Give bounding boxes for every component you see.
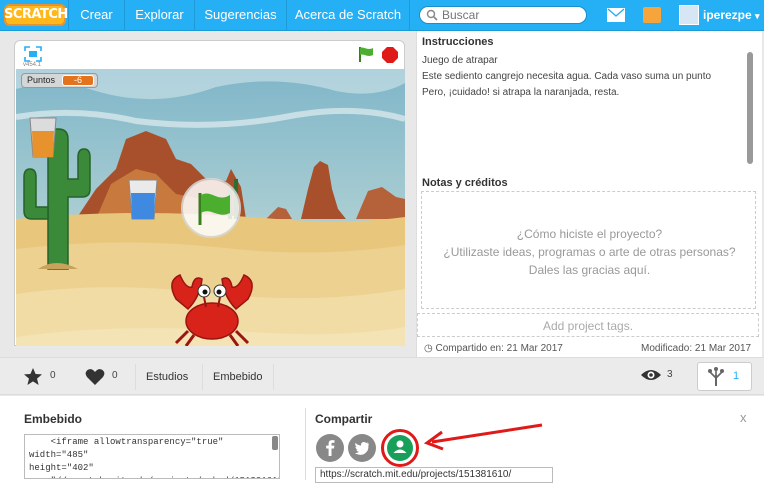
twitter-icon [354,442,369,455]
remix-tree-button[interactable]: 1 [697,362,752,391]
green-flag-icon[interactable] [357,46,375,62]
fullscreen-icon[interactable] [24,46,42,62]
instructions-line: Pero, ¡cuidado! si atrapa la naranjada, … [422,87,620,98]
share-date-icon: ◷ [424,343,436,354]
facebook-icon [326,440,335,456]
nav-create[interactable]: Crear [68,0,124,31]
annotation-arrow [423,423,543,451]
avatar[interactable] [679,5,699,25]
scratch-logo[interactable]: SCRATCH [4,4,68,26]
classroom-icon [387,435,413,461]
notes-field[interactable]: ¿Cómo hiciste el proyecto? ¿Utilizaste i… [421,191,756,309]
nav-explore[interactable]: Explorar [124,0,194,31]
tags-input[interactable]: Add project tags. [417,313,759,337]
notes-title: Notas y créditos [422,177,508,189]
notes-placeholder-line: Dales las gracias aquí. [528,263,651,277]
embed-scrollbar[interactable] [272,436,278,450]
variable-label: Puntos [27,75,56,85]
project-stage[interactable]: Puntos -6 [16,69,405,346]
eye-icon [641,370,661,380]
favorite-button[interactable]: 0 [15,366,65,388]
instructions-title: Instrucciones [422,36,494,48]
twitter-share-button[interactable] [348,434,376,462]
instructions-text[interactable]: Juego de atrapar Este sediento cangrejo … [422,53,742,101]
embed-code-field[interactable]: <iframe allowtransparency="true" width="… [24,434,280,479]
studios-button[interactable]: Estudios [135,364,198,390]
star-icon [24,368,42,385]
chevron-down-icon: ▾ [755,11,760,21]
username-menu[interactable]: iperezpe ▾ [703,0,760,31]
search-icon [426,9,438,21]
search-box[interactable] [419,6,587,24]
remix-count: 1 [733,370,740,382]
embed-title: Embebido [24,412,83,426]
username: iperezpe [703,8,752,22]
share-url-field[interactable]: https://scratch.mit.edu/projects/1513816… [315,467,553,483]
instructions-line: Juego de atrapar [422,55,498,66]
view-count-value: 3 [667,369,673,380]
google-classroom-share-button[interactable] [381,429,419,467]
variable-monitor: Puntos -6 [21,73,98,88]
shared-date: ◷ Compartido en: 21 Mar 2017 [424,343,563,354]
remix-tree-icon [708,367,724,386]
modified-date: Modificado: 21 Mar 2017 [641,343,752,354]
variable-value: -6 [62,75,94,86]
close-icon[interactable]: x [740,410,747,425]
top-nav: SCRATCH Crear Explorar Sugerencias Acerc… [0,0,764,31]
messages-icon[interactable] [607,8,625,22]
heart-icon [85,369,105,385]
facebook-share-button[interactable] [316,434,344,462]
love-count: 0 [112,370,118,381]
instructions-line: Este sediento cangrejo necesita agua. Ca… [422,71,712,82]
stage-scene [16,69,405,346]
nav-about[interactable]: Acerca de Scratch [286,0,410,31]
favorite-count: 0 [50,370,56,381]
view-count: 3 [640,365,680,387]
share-title: Compartir [315,412,373,426]
project-action-bar: 0 0 Estudios Embebido 3 1 [0,357,764,395]
my-stuff-icon[interactable] [643,7,661,23]
shared-date-text: Compartido en: 21 Mar 2017 [435,343,563,354]
love-button[interactable]: 0 [77,366,127,388]
notes-placeholder-line: ¿Utilizaste ideas, programas o arte de o… [443,245,736,259]
embed-share-panel: Embebido <iframe allowtransparency="true… [0,396,764,483]
search-input[interactable] [442,8,582,22]
notes-placeholder: ¿Cómo hiciste el proyecto? ¿Utilizaste i… [422,225,757,279]
stop-icon[interactable] [382,47,398,63]
project-player: v454.1 Puntos -6 [14,40,405,346]
notes-placeholder-line: ¿Cómo hiciste el proyecto? [516,227,663,241]
instructions-scrollbar[interactable] [747,52,753,164]
divider [305,408,306,480]
player-version: v454.1 [23,62,42,68]
nav-tips[interactable]: Sugerencias [194,0,286,31]
embed-button[interactable]: Embebido [202,364,274,390]
